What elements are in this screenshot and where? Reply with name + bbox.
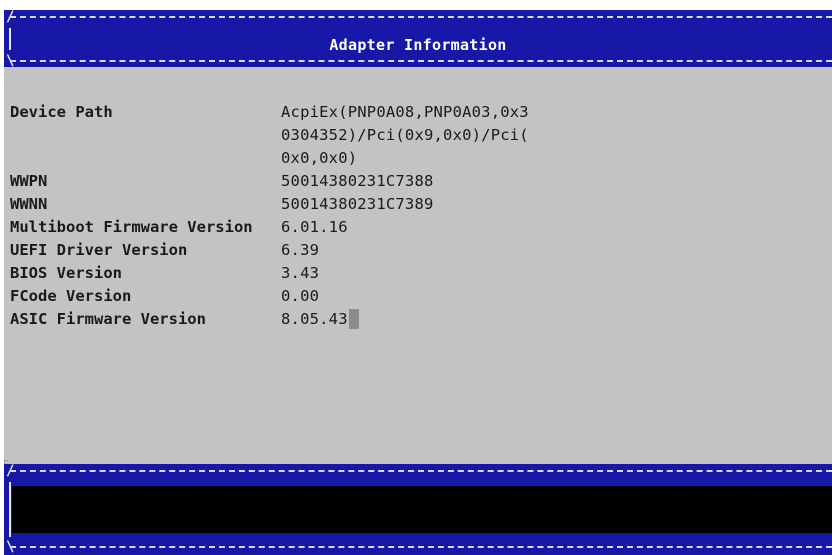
adapter-info-panel: Device Path AcpiEx(PNP0A08,PNP0A03,0x3 0… [4, 67, 832, 482]
wwnn-value: 50014380231C7389 [281, 195, 434, 213]
multiboot-firmware-label: Multiboot Firmware Version [10, 218, 253, 236]
bios-version-label: BIOS Version [10, 264, 122, 282]
uefi-driver-value: 6.39 [281, 241, 320, 259]
device-path-label: Device Path [10, 103, 113, 121]
asic-firmware-value: 8.05.43 [281, 310, 348, 328]
device-path-value-line-2: 0304352)/Pci(0x9,0x0)/Pci( [281, 126, 529, 144]
frame-top-border [10, 16, 832, 18]
status-frame-bottom-border [10, 546, 832, 548]
device-path-value-line-1: AcpiEx(PNP0A08,PNP0A03,0x3 [281, 103, 529, 121]
wwpn-value: 50014380231C7388 [281, 172, 434, 190]
wwpn-label: WWPN [10, 172, 48, 190]
status-message-area [12, 486, 832, 533]
multiboot-firmware-value: 6.01.16 [281, 218, 348, 236]
bios-setup-screen: / Adapter Information \ Device Path Acpi… [0, 0, 832, 555]
title-banner: / Adapter Information \ [4, 10, 832, 68]
status-frame-left-border [9, 482, 11, 537]
fcode-version-label: FCode Version [10, 287, 132, 305]
wwnn-label: WWNN [10, 195, 48, 213]
status-frame-top-border [10, 470, 832, 472]
asic-firmware-label: ASIC Firmware Version [10, 310, 206, 328]
uefi-driver-label: UEFI Driver Version [10, 241, 188, 259]
bios-version-value: 3.43 [281, 264, 320, 282]
status-banner: / \ [4, 464, 832, 555]
frame-bottom-border [10, 60, 832, 62]
text-cursor [349, 309, 359, 329]
device-path-value-line-3: 0x0,0x0) [281, 149, 358, 167]
fcode-version-value: 0.00 [281, 287, 320, 305]
page-title: Adapter Information [329, 36, 507, 54]
